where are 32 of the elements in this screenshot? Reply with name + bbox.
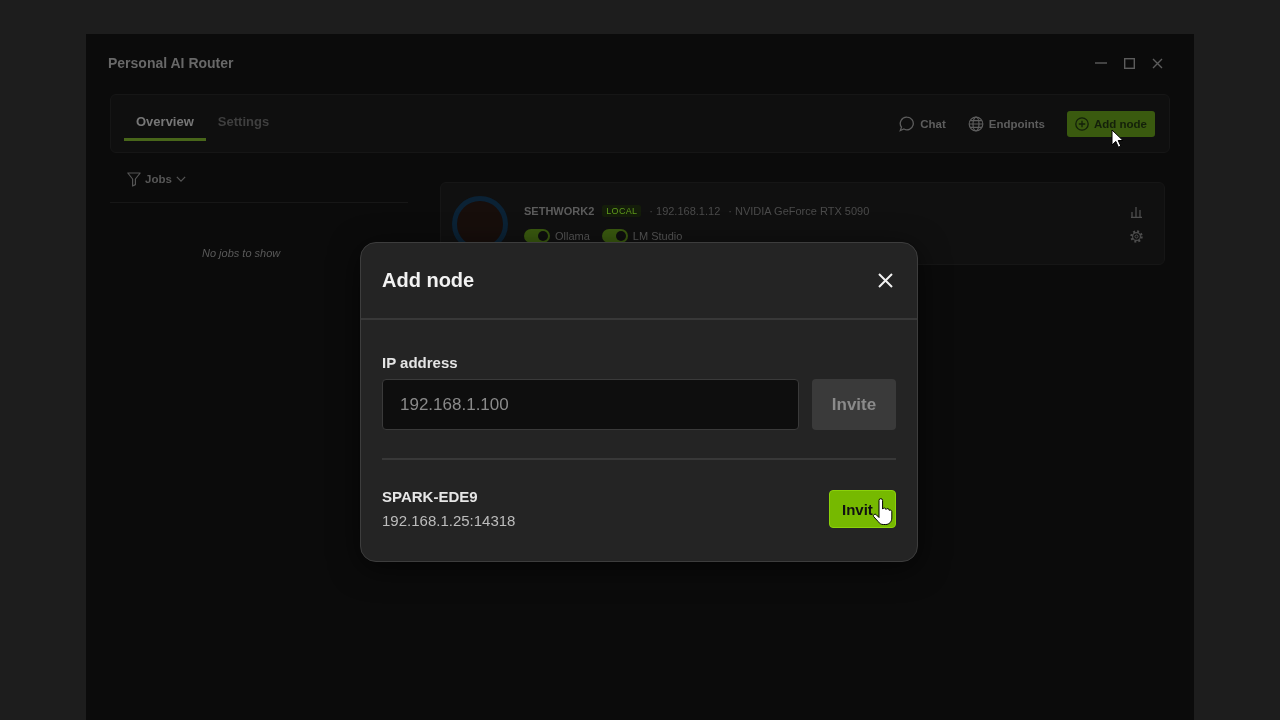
chevron-down-icon <box>175 176 186 182</box>
close-button[interactable] <box>878 273 893 288</box>
chat-button[interactable]: Chat <box>899 115 946 132</box>
device-name: SPARK-EDE9 <box>382 488 478 506</box>
field-label: IP address <box>382 354 458 372</box>
window-title: Personal AI Router <box>108 55 234 71</box>
bar-chart-icon[interactable] <box>1131 204 1142 218</box>
endpoints-button[interactable]: Endpoints <box>967 115 1045 132</box>
filter-icon <box>127 171 141 187</box>
close-icon <box>878 273 893 288</box>
globe-icon <box>967 115 984 132</box>
add-node-button[interactable]: Add node <box>1066 110 1155 137</box>
hand-cursor-icon <box>872 498 893 526</box>
node-name: SETHWORK2 <box>524 205 595 217</box>
chat-bubble-icon <box>899 115 916 132</box>
toggle-switch[interactable] <box>524 228 550 243</box>
node-address: · 192.168.1.12 <box>649 205 721 217</box>
toggle-switch[interactable] <box>601 228 628 243</box>
dialog-title: Add node <box>382 269 475 292</box>
plus-circle-icon <box>1074 116 1089 131</box>
arrow-cursor-icon <box>1110 128 1124 149</box>
status-badge: LOCAL <box>602 205 642 217</box>
service-label: Ollama <box>555 229 590 242</box>
empty-message: No jobs to show <box>202 247 281 259</box>
jobs-filter-button[interactable]: Jobs <box>127 167 186 191</box>
maximize-icon[interactable] <box>1124 57 1135 69</box>
service-label: LM Studio <box>632 229 683 242</box>
settings-icon[interactable] <box>1130 229 1143 243</box>
device-address: 192.168.1.25:14318 <box>382 512 516 530</box>
tab[interactable]: Overview <box>124 95 206 141</box>
close-icon[interactable] <box>1152 57 1163 69</box>
ip-address-field[interactable]: 192.168.1.100 <box>382 379 799 430</box>
